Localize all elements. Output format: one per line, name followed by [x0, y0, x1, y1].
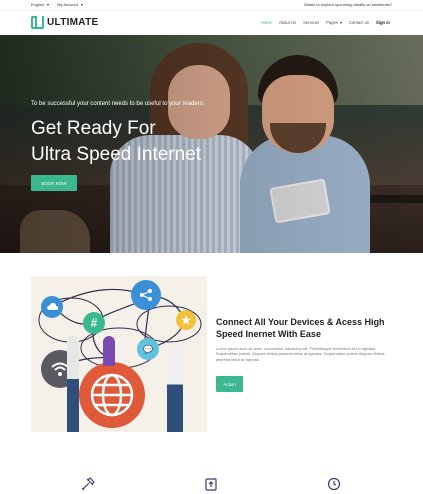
action-button[interactable]: Action: [216, 376, 243, 392]
hero-title: Get Ready For Ultra Speed Internet: [31, 116, 201, 168]
book-now-button[interactable]: BOOK NOW: [31, 175, 77, 191]
nav-menu: Home About Us Services Pages Contact us …: [261, 20, 390, 25]
nav-item-pages[interactable]: Pages: [326, 20, 342, 25]
person-figure-middle: [103, 336, 115, 366]
top-utility-left: English My Account: [31, 2, 83, 7]
top-utility-bar: English My Account Wants to explore upco…: [0, 0, 423, 11]
share-icon: [131, 280, 161, 310]
hero-subtitle: To be successful your content needs to b…: [31, 101, 205, 107]
hero-title-line-2: Ultra Speed Internet: [31, 144, 202, 165]
logo-icon: [31, 16, 44, 29]
nav-item-about-us[interactable]: About Us: [279, 20, 296, 25]
clock-icon: [327, 477, 341, 491]
globe-icon: [79, 362, 145, 428]
logo-text: ULTIMATE: [47, 17, 99, 28]
nav-item-sign-in[interactable]: Sign in: [376, 20, 390, 25]
announcement-text: Wants to explore upcoming details on wee…: [304, 2, 392, 7]
star-icon: ★: [176, 310, 196, 330]
main-navbar: ULTIMATE Home About Us Services Pages Co…: [0, 11, 423, 35]
chevron-down-icon: [340, 22, 342, 24]
cloud-icon: [41, 296, 63, 318]
hashtag-icon: #: [83, 312, 105, 334]
feature-title: Connect All Your Devices & Acess High Sp…: [216, 317, 385, 339]
chat-icon: 💬: [137, 338, 159, 360]
feature-illustration: # ★ 💬: [31, 276, 207, 432]
hero-title-line-1: Get Ready For: [31, 118, 156, 139]
feature-body: Lorem ipsum dolor sit amet, consectetur …: [216, 347, 385, 362]
hero-banner: To be successful your content needs to b…: [0, 35, 423, 253]
feature-text-block: Connect All Your Devices & Acess High Sp…: [216, 316, 396, 363]
nav-item-home[interactable]: Home: [261, 20, 272, 25]
nav-item-contact-us[interactable]: Contact us: [349, 20, 369, 25]
person-figure-left: [67, 336, 79, 432]
nav-item-services[interactable]: Services: [303, 20, 319, 25]
upload-icon: [204, 477, 218, 491]
chevron-down-icon: [80, 3, 83, 6]
chevron-down-icon: [47, 3, 50, 6]
person-figure-right: [167, 346, 183, 432]
language-dropdown[interactable]: English: [31, 2, 50, 7]
nav-item-pages-label: Pages: [326, 20, 338, 25]
account-dropdown[interactable]: My Account: [57, 2, 83, 7]
language-label: English: [31, 2, 45, 7]
logo[interactable]: ULTIMATE: [31, 16, 98, 29]
tools-icon: [81, 477, 95, 491]
account-label: My Account: [57, 2, 78, 7]
